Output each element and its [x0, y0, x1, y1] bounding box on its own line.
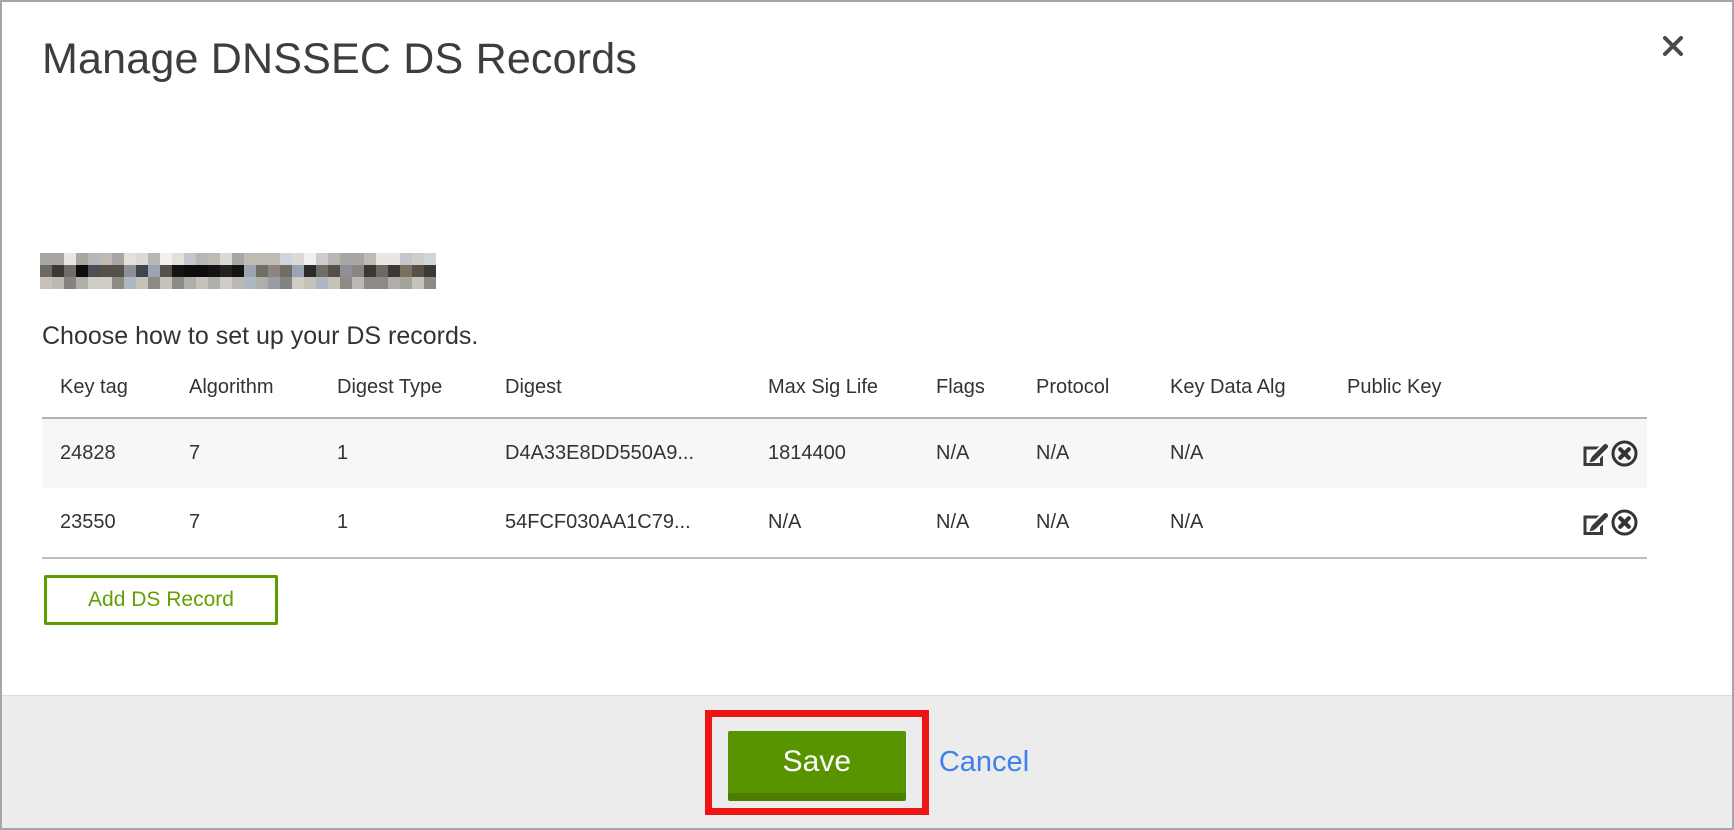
column-header-algorithm: Algorithm	[171, 364, 319, 418]
save-button[interactable]: Save	[728, 731, 906, 801]
cell-digest: 54FCF030AA1C79...	[487, 488, 750, 558]
close-icon	[1658, 49, 1688, 64]
column-header-public-key: Public Key	[1329, 364, 1507, 418]
column-header-actions	[1507, 364, 1647, 418]
ds-record-row: 235507154FCF030AA1C79...N/AN/AN/AN/A	[42, 488, 1647, 558]
row-actions	[1507, 488, 1647, 558]
delete-icon	[1610, 525, 1639, 540]
cell-digest: D4A33E8DD550A9...	[487, 418, 750, 488]
cell-public-key	[1329, 418, 1507, 488]
delete-icon	[1610, 456, 1639, 471]
column-header-max-sig-life: Max Sig Life	[750, 364, 918, 418]
edit-icon	[1582, 455, 1609, 470]
delete-record-button[interactable]	[1610, 508, 1639, 537]
cell-algorithm: 7	[171, 488, 319, 558]
cell-key-data-alg: N/A	[1152, 418, 1329, 488]
row-actions	[1507, 418, 1647, 488]
column-header-key-tag: Key tag	[42, 364, 171, 418]
cell-protocol: N/A	[1018, 488, 1152, 558]
column-header-key-data-alg: Key Data Alg	[1152, 364, 1329, 418]
edit-record-button[interactable]	[1582, 509, 1609, 536]
ds-records-table: Key tagAlgorithmDigest TypeDigestMax Sig…	[42, 364, 1647, 559]
cell-digest-type: 1	[319, 488, 487, 558]
cell-protocol: N/A	[1018, 418, 1152, 488]
dialog-footer: Save Cancel	[2, 695, 1732, 828]
table-header-row: Key tagAlgorithmDigest TypeDigestMax Sig…	[42, 364, 1647, 418]
cell-flags: N/A	[918, 488, 1018, 558]
column-header-digest-type: Digest Type	[319, 364, 487, 418]
intro-text: Choose how to set up your DS records.	[42, 322, 478, 351]
column-header-digest: Digest	[487, 364, 750, 418]
red-annotation-box: Save	[705, 710, 929, 815]
cell-flags: N/A	[918, 418, 1018, 488]
edit-icon	[1582, 524, 1609, 539]
cell-key-tag: 23550	[42, 488, 171, 558]
cell-key-data-alg: N/A	[1152, 488, 1329, 558]
cell-public-key	[1329, 488, 1507, 558]
edit-record-button[interactable]	[1582, 440, 1609, 467]
column-header-protocol: Protocol	[1018, 364, 1152, 418]
cancel-link[interactable]: Cancel	[939, 746, 1029, 779]
cell-digest-type: 1	[319, 418, 487, 488]
cell-max-sig-life: N/A	[750, 488, 918, 558]
cell-key-tag: 24828	[42, 418, 171, 488]
redacted-domain-name	[40, 253, 436, 289]
delete-record-button[interactable]	[1610, 439, 1639, 468]
ds-record-row: 2482871D4A33E8DD550A9...1814400N/AN/AN/A	[42, 418, 1647, 488]
page-title: Manage DNSSEC DS Records	[42, 35, 637, 84]
add-ds-record-button[interactable]: Add DS Record	[44, 575, 278, 625]
close-button[interactable]	[1656, 30, 1690, 64]
column-header-flags: Flags	[918, 364, 1018, 418]
cell-max-sig-life: 1814400	[750, 418, 918, 488]
cell-algorithm: 7	[171, 418, 319, 488]
